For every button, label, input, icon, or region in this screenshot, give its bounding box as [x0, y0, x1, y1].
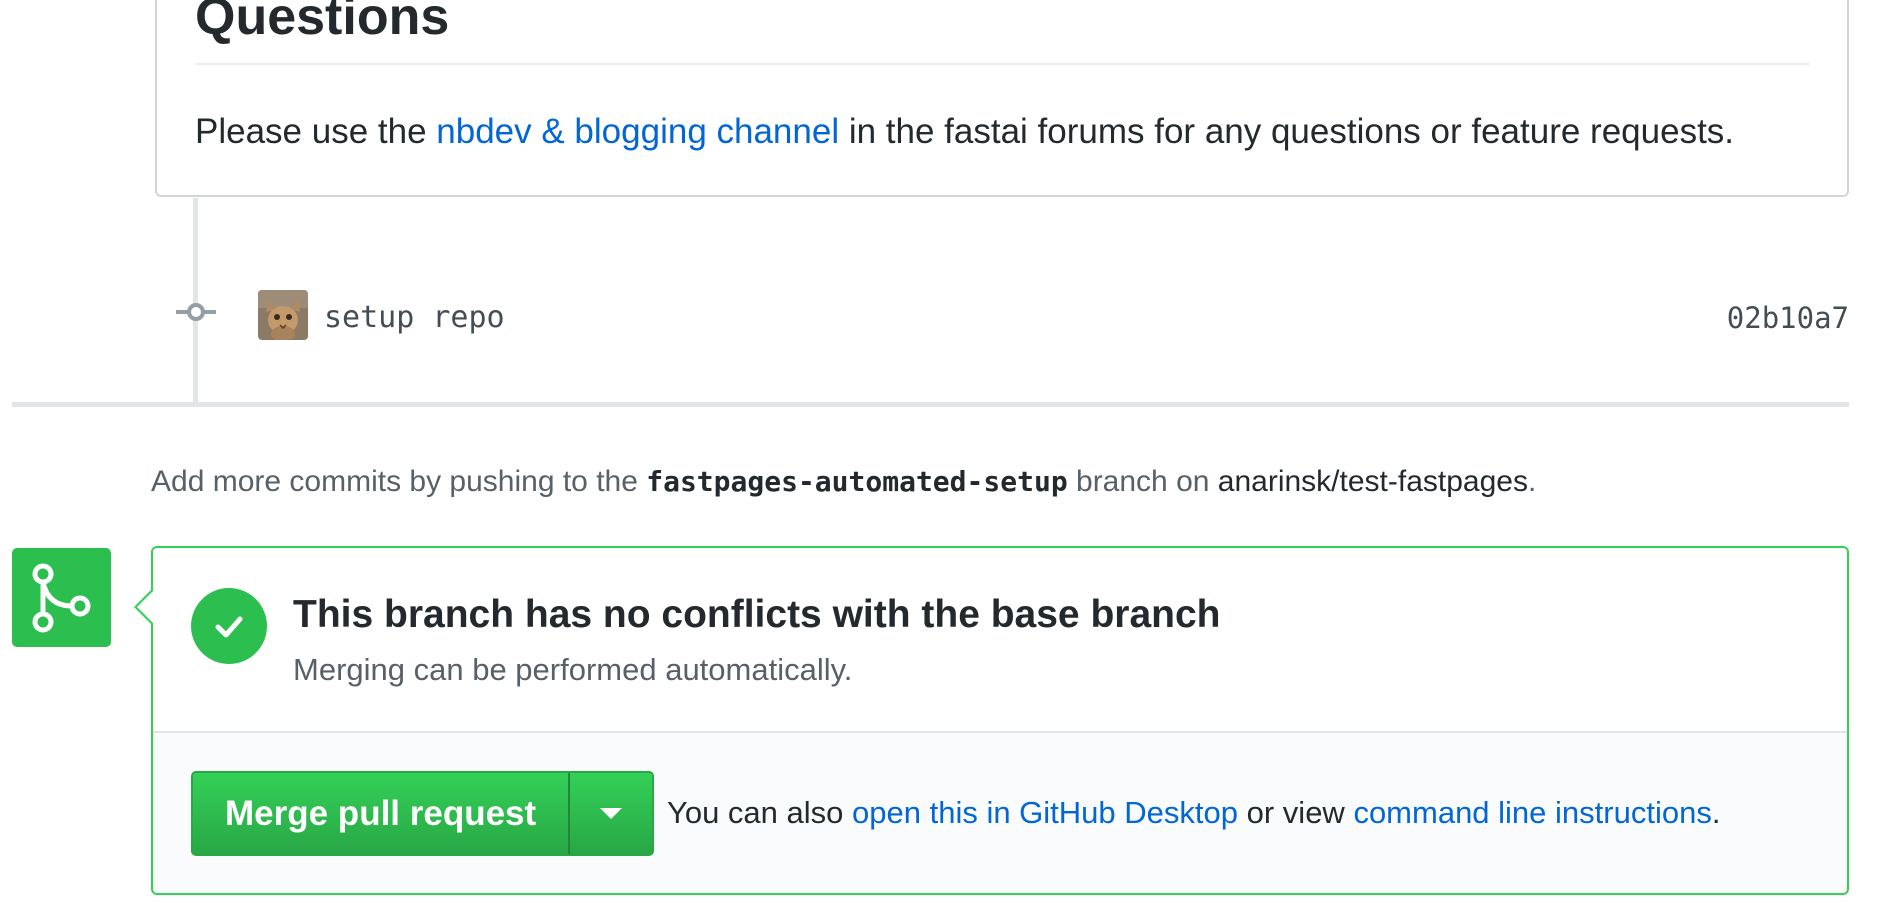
- push-instructions: Add more commits by pushing to the fastp…: [151, 462, 1536, 502]
- author-avatar[interactable]: [258, 290, 308, 340]
- timeline-end-divider: [12, 402, 1849, 407]
- merge-status: This branch has no conflicts with the ba…: [153, 548, 1847, 733]
- open-in-desktop-link[interactable]: open this in GitHub Desktop: [852, 795, 1238, 830]
- pull-request-page: Questions Please use the nbdev & bloggin…: [0, 0, 1877, 905]
- push-note-middle: branch on: [1067, 465, 1218, 498]
- repo-name: anarinsk/test-fastpages: [1217, 465, 1528, 498]
- alternative-merge-text: You can also open this in GitHub Desktop…: [667, 793, 1720, 833]
- merge-status-subtitle: Merging can be performed automatically.: [293, 652, 853, 687]
- comment-heading: Questions: [195, 0, 450, 46]
- alt-middle: or view: [1238, 795, 1354, 830]
- merge-options-dropdown[interactable]: [568, 773, 652, 854]
- push-note-prefix: Add more commits by pushing to the: [151, 465, 647, 498]
- merge-box-pointer-fill: [137, 590, 154, 624]
- comment-body: Please use the nbdev & blogging channel …: [195, 110, 1734, 154]
- comment-text-before: Please use the: [195, 112, 437, 151]
- merge-status-title: This branch has no conflicts with the ba…: [293, 593, 1221, 636]
- triangle-down-icon: [600, 808, 623, 819]
- alt-prefix: You can also: [667, 795, 853, 830]
- heading-divider: [195, 63, 1809, 65]
- git-merge-icon: [12, 548, 111, 647]
- merge-actions: Merge pull request You can also open thi…: [153, 733, 1847, 893]
- forum-channel-link[interactable]: nbdev & blogging channel: [436, 112, 839, 151]
- git-commit-icon: [176, 302, 216, 322]
- command-line-instructions-link[interactable]: command line instructions: [1353, 795, 1711, 830]
- push-note-suffix: .: [1527, 465, 1537, 498]
- branch-name: fastpages-automated-setup: [646, 465, 1068, 498]
- commit-message[interactable]: setup repo: [324, 298, 505, 338]
- comment-text-after: in the fastai forums for any questions o…: [839, 112, 1735, 151]
- comment-box: Questions Please use the nbdev & bloggin…: [155, 0, 1849, 197]
- check-icon: [191, 588, 267, 664]
- commit-row: setup repo 02b10a7: [176, 288, 1849, 348]
- merge-pull-request-button[interactable]: Merge pull request: [193, 773, 568, 854]
- merge-box: This branch has no conflicts with the ba…: [134, 546, 1849, 895]
- alt-suffix: .: [1711, 795, 1721, 830]
- commit-sha[interactable]: 02b10a7: [1727, 298, 1849, 338]
- merge-button-group: Merge pull request: [191, 771, 655, 856]
